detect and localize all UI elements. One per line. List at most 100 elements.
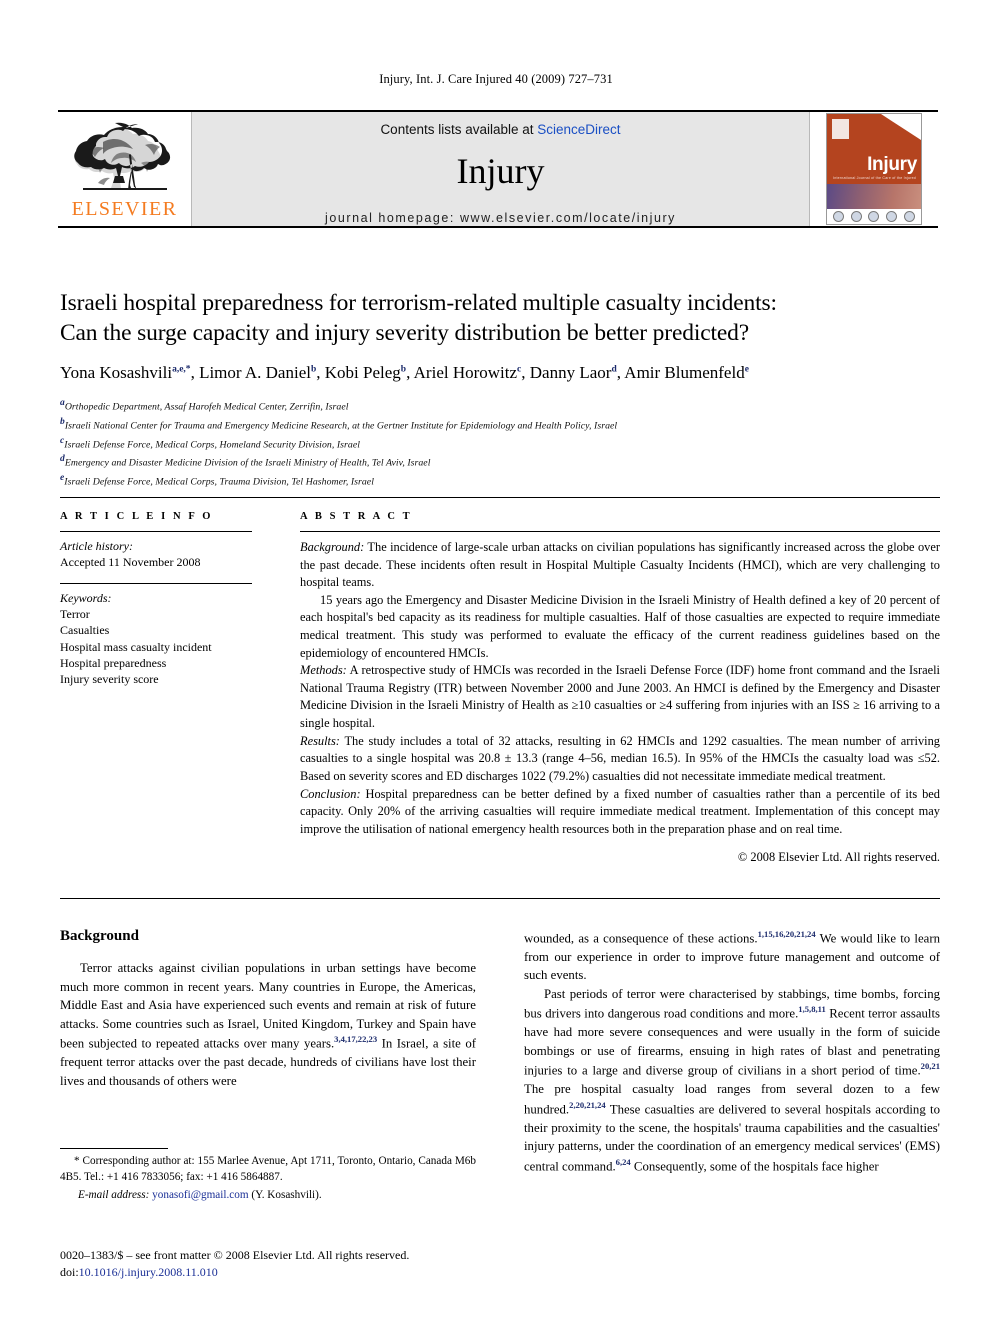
cover-photo-strip bbox=[827, 184, 921, 209]
author-name: Limor A. Daniel bbox=[199, 363, 311, 383]
author-marks: e bbox=[744, 364, 749, 375]
affiliation: dEmergency and Disaster Medicine Divisio… bbox=[60, 452, 940, 471]
info-abstract-region: A R T I C L E I N F O Article history: A… bbox=[60, 497, 940, 865]
citation-ref[interactable]: 1,15,16,20,21,24 bbox=[758, 929, 816, 939]
abstract-heading: A B S T R A C T bbox=[300, 511, 413, 522]
affiliation: aOrthopedic Department, Assaf Harofeh Me… bbox=[60, 396, 940, 415]
citation-ref[interactable]: 2,20,21,24 bbox=[569, 1100, 606, 1110]
article-page: Injury, Int. J. Care Injured 40 (2009) 7… bbox=[0, 0, 992, 1323]
abstract-results-label: Results: bbox=[300, 733, 340, 748]
abstract-background: Background: The incidence of large-scale… bbox=[300, 539, 940, 592]
email-attribution: (Y. Kosashvili). bbox=[248, 1188, 322, 1201]
article-history-label: Article history: bbox=[60, 539, 133, 553]
abstract-conclusion-label: Conclusion: bbox=[300, 786, 361, 801]
publisher-logo: ELSEVIER bbox=[58, 112, 191, 226]
footnote-block: * Corresponding author at: 155 Marlee Av… bbox=[60, 1148, 476, 1204]
abstract-column: A B S T R A C T Background: The incidenc… bbox=[278, 511, 940, 865]
affiliation-text: Orthopedic Department, Assaf Harofeh Med… bbox=[64, 401, 349, 413]
society-badge-icon bbox=[868, 210, 880, 222]
journal-homepage[interactable]: journal homepage: www.elsevier.com/locat… bbox=[325, 211, 676, 225]
article-history-value: Accepted 11 November 2008 bbox=[60, 555, 201, 569]
body-text: Consequently, some of the hospitals face… bbox=[630, 1158, 879, 1173]
cover-elsevier-mark bbox=[832, 119, 849, 139]
author: Limor A. Danielb bbox=[199, 363, 316, 382]
affiliation-text: Emergency and Disaster Medicine Division… bbox=[64, 457, 431, 469]
section-heading-background: Background bbox=[60, 928, 139, 944]
abstract-background-p2: 15 years ago the Emergency and Disaster … bbox=[300, 592, 940, 660]
citation-ref[interactable]: 20,21 bbox=[921, 1061, 940, 1071]
affiliation-text: Israeli Defense Force, Medical Corps, Tr… bbox=[64, 476, 374, 488]
divider bbox=[300, 531, 940, 532]
journal-masthead: ELSEVIER Contents lists available at Sci… bbox=[58, 110, 938, 228]
abstract-methods-text: A retrospective study of HMCIs was recor… bbox=[300, 663, 940, 731]
keyword-item: Injury severity score bbox=[60, 671, 159, 686]
abstract-background-text: The incidence of large-scale urban attac… bbox=[300, 540, 940, 590]
journal-cover-wrapper: Injury International Journal of the Care… bbox=[810, 112, 938, 226]
sciencedirect-link[interactable]: ScienceDirect bbox=[537, 122, 620, 137]
abstract-results-text: The study includes a total of 32 attacks… bbox=[300, 733, 940, 783]
author: Kobi Pelegb bbox=[325, 363, 406, 382]
author-name: Ariel Horowitz bbox=[413, 363, 518, 383]
author: Amir Blumenfelde bbox=[624, 363, 749, 382]
author-marks: d bbox=[611, 364, 617, 375]
doi-link[interactable]: 10.1016/j.injury.2008.11.010 bbox=[79, 1265, 218, 1279]
abstract-background-label: Background: bbox=[300, 540, 365, 554]
body-column-right: wounded, as a consequence of these actio… bbox=[524, 928, 940, 1175]
corresponding-author-note: * Corresponding author at: 155 Marlee Av… bbox=[60, 1155, 476, 1183]
citation-ref[interactable]: 3,4,17,22,23 bbox=[334, 1034, 377, 1044]
society-badge-icon bbox=[903, 210, 915, 222]
issn-block: 0020–1383/$ – see front matter © 2008 El… bbox=[60, 1247, 520, 1282]
doi-label: doi: bbox=[60, 1265, 79, 1280]
running-head: Injury, Int. J. Care Injured 40 (2009) 7… bbox=[379, 72, 613, 86]
divider bbox=[60, 583, 252, 585]
contents-prefix: Contents lists available at bbox=[380, 122, 538, 137]
abstract-conclusion-text: Hospital preparedness can be better defi… bbox=[300, 786, 940, 836]
elsevier-wordmark: ELSEVIER bbox=[71, 197, 178, 220]
abstract-conclusion: Conclusion: Hospital preparedness can be… bbox=[300, 786, 940, 839]
citation-ref[interactable]: 1,5,8,11 bbox=[798, 1004, 825, 1014]
doi-line: doi:10.1016/j.injury.2008.11.010 bbox=[60, 1264, 520, 1281]
divider bbox=[60, 531, 252, 532]
abstract-methods-label: Methods: bbox=[300, 663, 347, 678]
affiliation-text: Israeli National Center for Trauma and E… bbox=[64, 420, 618, 432]
author-name: Danny Laor bbox=[529, 363, 612, 383]
author-marks: a,e,* bbox=[172, 364, 191, 375]
keyword-item: Casualties bbox=[60, 623, 110, 638]
affiliation-list: aOrthopedic Department, Assaf Harofeh Me… bbox=[60, 396, 940, 490]
affiliation: cIsraeli Defense Force, Medical Corps, H… bbox=[60, 434, 940, 453]
cover-society-badges bbox=[827, 208, 921, 224]
abstract-results: Results: The study includes a total of 3… bbox=[300, 733, 940, 786]
author-marks: b bbox=[400, 364, 407, 375]
abstract-copyright: © 2008 Elsevier Ltd. All rights reserved… bbox=[737, 850, 940, 865]
email-link[interactable]: yonasofi@gmail.com bbox=[152, 1189, 248, 1201]
page-title: Israeli hospital preparedness for terror… bbox=[60, 288, 940, 348]
cover-title: Injury bbox=[867, 153, 917, 175]
abstract-methods: Methods: A retrospective study of HMCIs … bbox=[300, 662, 940, 732]
contents-available-line: Contents lists available at ScienceDirec… bbox=[380, 122, 620, 137]
author: Yona Kosashvilia,e,* bbox=[60, 363, 191, 382]
author: Danny Laord bbox=[530, 363, 617, 382]
email-note: E-mail address: yonasofi@gmail.com (Y. K… bbox=[60, 1188, 476, 1204]
society-badge-icon bbox=[850, 210, 862, 222]
journal-title: Injury bbox=[456, 151, 545, 191]
citation-ref[interactable]: 6,24 bbox=[616, 1157, 631, 1167]
keywords-label: Keywords: bbox=[60, 591, 112, 606]
article-info-column: A R T I C L E I N F O Article history: A… bbox=[60, 511, 278, 865]
author-name: Yona Kosashvili bbox=[60, 363, 173, 383]
footnote-divider bbox=[60, 1148, 168, 1149]
author: Ariel Horowitzc bbox=[414, 363, 522, 382]
author-name: Amir Blumenfeld bbox=[624, 363, 745, 383]
author-list: Yona Kosashvilia,e,*, Limor A. Danielb, … bbox=[60, 363, 749, 383]
affiliation: bIsraeli National Center for Trauma and … bbox=[60, 415, 940, 434]
body-column-left: Background Terror attacks against civili… bbox=[60, 928, 476, 1175]
body-columns: Background Terror attacks against civili… bbox=[60, 928, 940, 1175]
body-divider bbox=[60, 898, 940, 899]
author-marks: b bbox=[310, 364, 317, 375]
cover-subtitle: International Journal of the Care of the… bbox=[833, 175, 916, 180]
body-paragraph: Past periods of terror were characterise… bbox=[524, 985, 940, 1176]
affiliation: eIsraeli Defense Force, Medical Corps, T… bbox=[60, 471, 940, 490]
society-badge-icon bbox=[886, 210, 898, 222]
journal-cover-image: Injury International Journal of the Care… bbox=[826, 113, 922, 225]
keyword-item: Hospital preparedness bbox=[60, 655, 167, 670]
email-label: E-mail address: bbox=[78, 1188, 150, 1201]
